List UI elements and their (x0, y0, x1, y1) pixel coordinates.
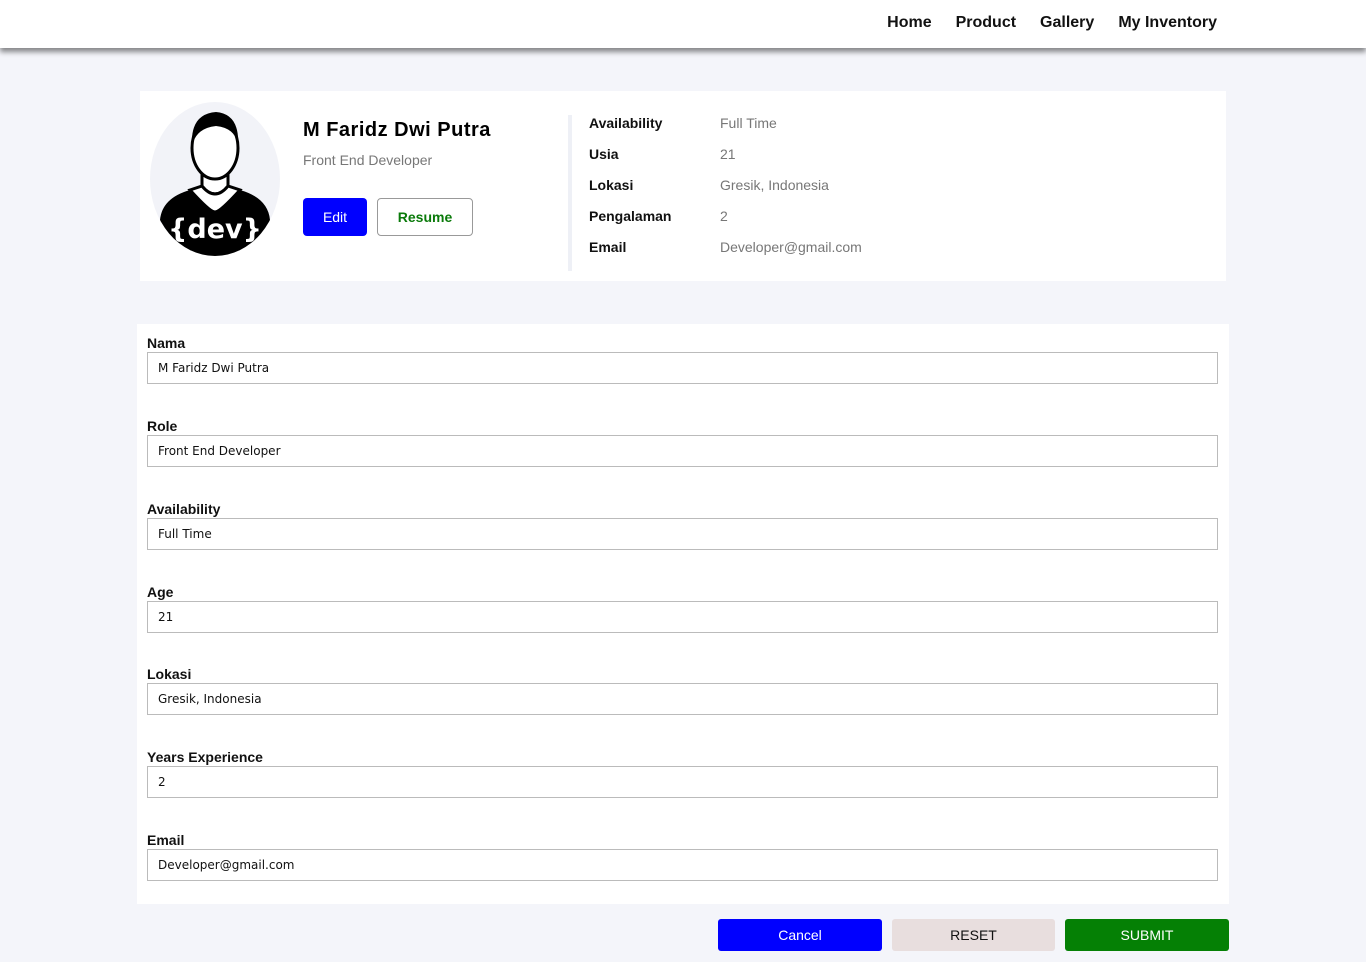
field-role: Role (147, 417, 1218, 467)
edit-profile-form: Nama Role Availability Age Lokasi Years … (137, 324, 1229, 904)
years-experience-input[interactable] (147, 766, 1218, 798)
profile-details: Availability Full Time Usia 21 Lokasi Gr… (589, 115, 862, 270)
field-years-experience: Years Experience (147, 748, 1218, 798)
age-input[interactable] (147, 601, 1218, 633)
detail-value: 21 (720, 146, 736, 162)
detail-row-availability: Availability Full Time (589, 115, 862, 146)
cancel-button[interactable]: Cancel (718, 919, 882, 951)
profile-role: Front End Developer (303, 152, 433, 168)
avatar-illustration: {dev} (160, 112, 270, 256)
field-email: Email (147, 831, 1218, 881)
nav-links: Home Product Gallery My Inventory (887, 0, 1217, 46)
top-navbar: Home Product Gallery My Inventory (0, 0, 1366, 48)
field-label-availability: Availability (147, 501, 221, 517)
detail-label: Pengalaman (589, 208, 672, 224)
nav-link-product[interactable]: Product (956, 14, 1016, 32)
field-nama: Nama (147, 334, 1218, 384)
detail-row-pengalaman: Pengalaman 2 (589, 208, 862, 239)
avatar-dev-text: {dev} (168, 214, 262, 245)
field-label-lokasi: Lokasi (147, 666, 192, 682)
detail-value: Full Time (720, 115, 777, 131)
lokasi-input[interactable] (147, 683, 1218, 715)
field-label-role: Role (147, 418, 178, 434)
role-input[interactable] (147, 435, 1218, 467)
detail-value: Developer@gmail.com (720, 239, 862, 255)
profile-name: M Faridz Dwi Putra (303, 119, 491, 141)
availability-input[interactable] (147, 518, 1218, 550)
field-lokasi: Lokasi (147, 665, 1218, 715)
detail-label: Availability (589, 115, 663, 131)
submit-button[interactable]: SUBMIT (1065, 919, 1229, 951)
resume-button[interactable]: Resume (377, 198, 473, 236)
field-label-age: Age (147, 584, 174, 600)
field-age: Age (147, 583, 1218, 633)
field-label-years-experience: Years Experience (147, 749, 263, 765)
nav-link-my-inventory[interactable]: My Inventory (1118, 14, 1217, 32)
field-availability: Availability (147, 500, 1218, 550)
nav-link-gallery[interactable]: Gallery (1040, 14, 1094, 32)
detail-label: Lokasi (589, 177, 634, 193)
detail-row-lokasi: Lokasi Gresik, Indonesia (589, 177, 862, 208)
vertical-divider (568, 115, 572, 271)
edit-button[interactable]: Edit (303, 198, 367, 236)
detail-row-usia: Usia 21 (589, 146, 862, 177)
profile-card: {dev} M Faridz Dwi Putra Front End Devel… (140, 91, 1226, 281)
nav-link-home[interactable]: Home (887, 14, 931, 32)
detail-value: 2 (720, 208, 728, 224)
field-label-nama: Nama (147, 335, 186, 351)
detail-label: Usia (589, 146, 619, 162)
detail-value: Gresik, Indonesia (720, 177, 829, 193)
nama-input[interactable] (147, 352, 1218, 384)
email-input[interactable] (147, 849, 1218, 881)
developer-avatar-icon: {dev} (150, 102, 280, 256)
detail-row-email: Email Developer@gmail.com (589, 239, 862, 270)
field-label-email: Email (147, 832, 185, 848)
detail-label: Email (589, 239, 627, 255)
reset-button[interactable]: RESET (892, 919, 1055, 951)
